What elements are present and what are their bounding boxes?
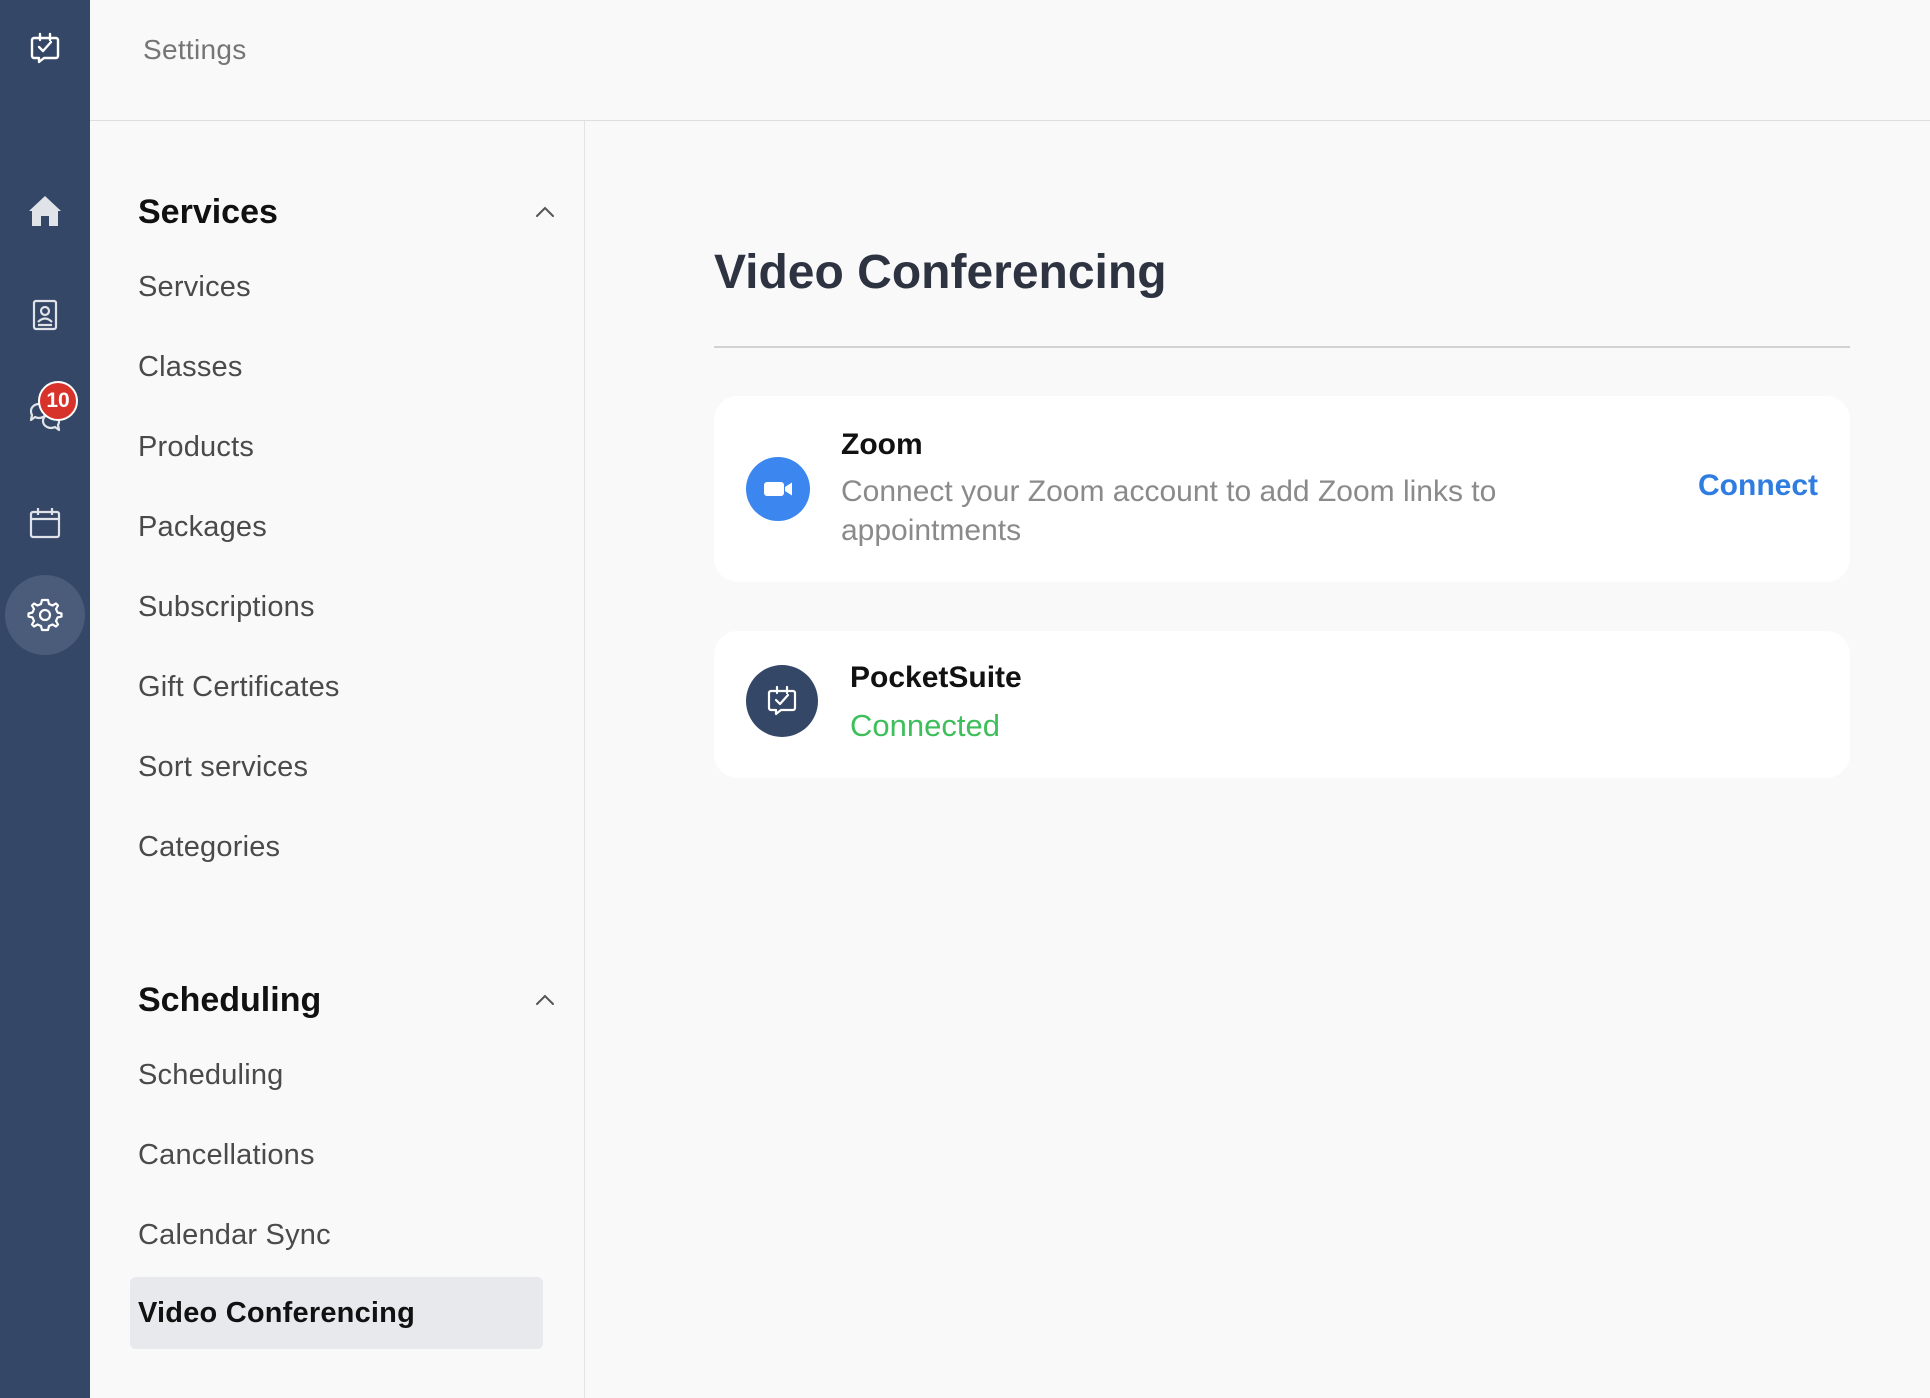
app-root: 10 Settings Services Services Classes Pr… <box>0 0 1930 1398</box>
pocketsuite-logo-icon <box>746 665 818 737</box>
section-title: Scheduling <box>138 980 322 1019</box>
calendar-icon[interactable] <box>0 483 90 563</box>
settings-nav: Services Services Classes Products Packa… <box>90 121 585 1398</box>
chevron-up-icon[interactable] <box>532 987 558 1013</box>
nav-item-calendar-sync[interactable]: Calendar Sync <box>130 1199 543 1271</box>
nav-item-packages[interactable]: Packages <box>130 491 543 563</box>
nav-item-scheduling[interactable]: Scheduling <box>130 1039 543 1111</box>
nav-item-gift-certificates[interactable]: Gift Certificates <box>130 651 543 723</box>
nav-item-products[interactable]: Products <box>130 411 543 483</box>
messages-badge: 10 <box>38 381 78 421</box>
integration-name: Zoom <box>841 428 923 461</box>
integration-description: Connect your Zoom account to add Zoom li… <box>841 475 1497 547</box>
chevron-up-icon[interactable] <box>532 199 558 225</box>
page-title: Video Conferencing <box>714 246 1167 299</box>
gear-icon <box>27 598 63 632</box>
top-bar: Settings <box>90 0 1930 121</box>
contacts-icon[interactable] <box>0 275 90 355</box>
page-header-title: Settings <box>143 34 247 65</box>
nav-item-classes[interactable]: Classes <box>130 331 543 403</box>
nav-item-subscriptions[interactable]: Subscriptions <box>130 571 543 643</box>
divider <box>714 346 1850 348</box>
nav-item-services[interactable]: Services <box>130 251 543 323</box>
zoom-camera-icon <box>746 457 810 521</box>
nav-item-sort-services[interactable]: Sort services <box>130 731 543 803</box>
section-header-services[interactable]: Services <box>138 187 558 237</box>
home-icon[interactable] <box>0 171 90 251</box>
integration-name: PocketSuite <box>850 661 1022 694</box>
main-content: Video Conferencing Zoom Connect your Zoo… <box>586 121 1930 1398</box>
nav-item-cancellations[interactable]: Cancellations <box>130 1119 543 1191</box>
nav-item-video-conferencing[interactable]: Video Conferencing <box>130 1277 543 1349</box>
status-connected: Connected <box>850 708 1000 743</box>
icon-rail: 10 <box>0 0 90 1398</box>
nav-item-categories[interactable]: Categories <box>130 811 543 883</box>
integration-card-pocketsuite: PocketSuite Connected <box>714 631 1850 778</box>
messages-icon[interactable]: 10 <box>0 379 90 459</box>
section-header-scheduling[interactable]: Scheduling <box>138 975 558 1025</box>
settings-nav-button[interactable] <box>0 575 90 655</box>
connect-button[interactable]: Connect <box>1698 469 1818 503</box>
integration-card-zoom: Zoom Connect your Zoom account to add Zo… <box>714 396 1850 582</box>
section-title: Services <box>138 192 278 231</box>
app-logo-icon[interactable] <box>0 9 90 89</box>
